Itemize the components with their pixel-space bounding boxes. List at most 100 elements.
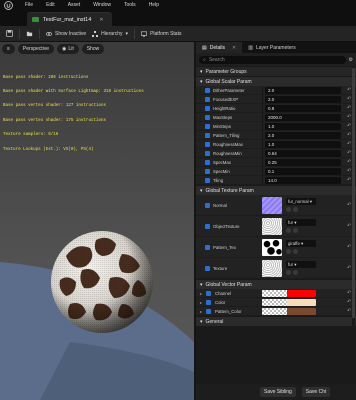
param-checkbox[interactable]: [205, 133, 210, 138]
param-checkbox[interactable]: [205, 160, 210, 165]
scrollbar-thumb[interactable]: [352, 68, 355, 318]
viewport-options-button[interactable]: ≡: [2, 44, 15, 54]
menu-edit[interactable]: Edit: [46, 2, 55, 8]
param-value-field[interactable]: 0.1: [265, 168, 341, 175]
save-icon[interactable]: [6, 30, 13, 37]
texture-thumbnail[interactable]: [262, 260, 282, 277]
param-value-field[interactable]: 2.0: [265, 132, 341, 139]
settings-icon[interactable]: ⚙: [349, 57, 353, 63]
use-selected-icon[interactable]: [293, 270, 298, 275]
texture-asset-combo[interactable]: giraffe ▾: [286, 240, 316, 247]
texture-thumbnail[interactable]: [262, 197, 282, 214]
param-checkbox[interactable]: [205, 151, 210, 156]
reset-icon[interactable]: ↶: [347, 114, 351, 120]
menu-asset[interactable]: Asset: [68, 2, 81, 8]
param-checkbox[interactable]: [205, 178, 210, 183]
param-checkbox[interactable]: [205, 106, 210, 111]
param-value-field[interactable]: 0.64: [265, 150, 341, 157]
browse-icon[interactable]: [26, 30, 33, 37]
menu-window[interactable]: Window: [93, 2, 111, 8]
param-checkbox[interactable]: [206, 300, 211, 305]
color-swatch[interactable]: [262, 290, 316, 297]
expand-arrow-icon[interactable]: ▸: [200, 309, 202, 314]
param-checkbox[interactable]: [205, 115, 210, 120]
param-checkbox[interactable]: [205, 88, 210, 93]
reset-icon[interactable]: ↶: [347, 132, 351, 138]
tab-details[interactable]: ▤ Details ✕: [196, 42, 243, 53]
browse-asset-icon[interactable]: [286, 270, 291, 275]
show-inactive-button[interactable]: Show Inactive: [46, 31, 86, 37]
lit-button[interactable]: ◉ Lit: [57, 44, 79, 54]
parameter-groups-header[interactable]: ▾ Parameter Groups: [196, 66, 356, 76]
use-selected-icon[interactable]: [293, 249, 298, 254]
reset-icon[interactable]: ↶: [347, 202, 351, 208]
reset-icon[interactable]: ↶: [347, 159, 351, 165]
param-value-field[interactable]: 14.0: [265, 177, 341, 184]
param-checkbox[interactable]: [205, 224, 210, 229]
texture-asset-combo[interactable]: fur ▾: [286, 219, 316, 226]
param-checkbox[interactable]: [205, 245, 210, 250]
color-swatch[interactable]: [262, 299, 316, 306]
close-icon[interactable]: ✕: [232, 45, 236, 51]
material-preview-viewport[interactable]: ≡ Perspective ◉ Lit Show Base pass shade…: [0, 42, 194, 400]
param-checkbox[interactable]: [206, 291, 211, 296]
param-value-field[interactable]: 1.0: [265, 123, 341, 130]
perspective-button[interactable]: Perspective: [17, 44, 55, 54]
reset-icon[interactable]: ↶: [347, 308, 351, 314]
close-icon[interactable]: ✕: [99, 17, 103, 23]
param-value-field[interactable]: 2.0: [265, 87, 341, 94]
hierarchy-button[interactable]: Hierarchy ▾: [92, 30, 128, 37]
scalar-section-header[interactable]: ▾ Global Scalar Param: [196, 76, 356, 86]
texture-thumbnail[interactable]: [262, 239, 282, 256]
reset-icon[interactable]: ↶: [347, 223, 351, 229]
param-checkbox[interactable]: [205, 142, 210, 147]
save-child-button[interactable]: Save Chi: [301, 387, 331, 397]
param-checkbox[interactable]: [205, 97, 210, 102]
texture-section-header[interactable]: ▾ Global Texture Param: [196, 185, 356, 195]
vector-section-header[interactable]: ▾ Global Vector Param: [196, 279, 356, 289]
menu-help[interactable]: Help: [149, 2, 159, 8]
general-section-header[interactable]: ▾ General: [196, 316, 356, 326]
reset-icon[interactable]: ↶: [347, 96, 351, 102]
color-swatch[interactable]: [262, 308, 316, 315]
reset-icon[interactable]: ↶: [347, 105, 351, 111]
reset-icon[interactable]: ↶: [347, 244, 351, 250]
save-sibling-button[interactable]: Save Sibling: [260, 387, 296, 397]
reset-icon[interactable]: ↶: [347, 168, 351, 174]
reset-icon[interactable]: ↶: [347, 290, 351, 296]
reset-icon[interactable]: ↶: [347, 141, 351, 147]
param-value-field[interactable]: 2000.0: [265, 114, 341, 121]
unreal-logo-icon[interactable]: [3, 0, 13, 10]
param-value-field[interactable]: 0.25: [265, 159, 341, 166]
reset-icon[interactable]: ↶: [347, 265, 351, 271]
browse-asset-icon[interactable]: [286, 228, 291, 233]
param-checkbox[interactable]: [205, 203, 210, 208]
param-checkbox[interactable]: [206, 309, 211, 314]
document-tab[interactable]: TestFur_mat_inst14 ✕: [27, 12, 112, 26]
show-button[interactable]: Show: [81, 44, 105, 54]
reset-icon[interactable]: ↶: [347, 299, 351, 305]
reset-icon[interactable]: ↶: [347, 177, 351, 183]
platform-stats-button[interactable]: Platform Stats: [141, 31, 181, 37]
browse-asset-icon[interactable]: [286, 249, 291, 254]
reset-icon[interactable]: ↶: [347, 123, 351, 129]
param-value-field[interactable]: 1.0: [265, 141, 341, 148]
param-checkbox[interactable]: [205, 266, 210, 271]
reset-icon[interactable]: ↶: [347, 150, 351, 156]
expand-arrow-icon[interactable]: ▸: [200, 291, 202, 296]
texture-asset-combo[interactable]: fur_normal ▾: [286, 198, 316, 205]
browse-asset-icon[interactable]: [286, 207, 291, 212]
menu-file[interactable]: File: [25, 2, 33, 8]
use-selected-icon[interactable]: [293, 228, 298, 233]
search-input[interactable]: ⌕ Search: [199, 55, 346, 64]
param-checkbox[interactable]: [205, 124, 210, 129]
texture-thumbnail[interactable]: [262, 218, 282, 235]
param-checkbox[interactable]: [205, 169, 210, 174]
menu-tools[interactable]: Tools: [124, 2, 136, 8]
expand-arrow-icon[interactable]: ▸: [200, 300, 202, 305]
use-selected-icon[interactable]: [293, 207, 298, 212]
tab-layer-parameters[interactable]: ▥ Layer Parameters: [242, 42, 301, 53]
reset-icon[interactable]: ↶: [347, 87, 351, 93]
panel-scrollbar[interactable]: [352, 66, 355, 384]
param-value-field[interactable]: 0.8: [265, 105, 341, 112]
